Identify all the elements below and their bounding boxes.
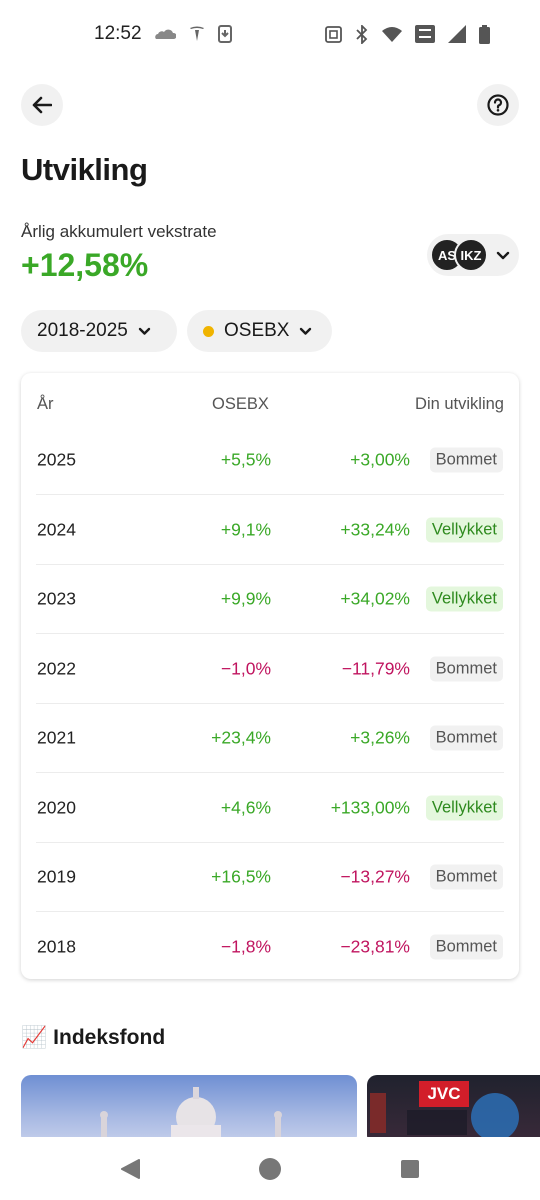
square-recents-icon bbox=[401, 1159, 419, 1178]
city-billboard-image bbox=[370, 1093, 519, 1137]
chevron-down-icon bbox=[300, 327, 312, 335]
status-badge: Vellykket bbox=[425, 795, 503, 820]
section-title-index-funds: 📈 Indeksfond bbox=[21, 1026, 165, 1050]
row-index-return: +4,6% bbox=[220, 797, 271, 817]
index-color-dot bbox=[203, 325, 214, 337]
period-filter[interactable]: 2018-2025 bbox=[21, 310, 177, 352]
row-index-return: −1,0% bbox=[220, 658, 271, 678]
row-your-return: −23,81% bbox=[340, 936, 410, 956]
row-year: 2022 bbox=[37, 658, 76, 678]
column-header-yours: Din utvikling bbox=[415, 395, 504, 413]
growth-rate-label: Årlig akkumulert vekstrate bbox=[21, 222, 217, 241]
table-row: 2024 +9,1% +33,24% Vellykket bbox=[21, 495, 519, 565]
table-row: 2019 +16,5% −13,27% Bommet bbox=[21, 842, 519, 912]
wifi-icon bbox=[382, 26, 402, 42]
bluetooth-icon bbox=[355, 24, 369, 44]
question-circle-icon bbox=[487, 94, 509, 116]
fund-carousel[interactable]: JVC bbox=[0, 1075, 540, 1137]
row-year: 2018 bbox=[37, 936, 76, 956]
row-year: 2019 bbox=[37, 866, 76, 887]
row-index-return: −1,8% bbox=[220, 936, 271, 956]
table-row: 2018 −1,8% −23,81% Bommet bbox=[21, 912, 519, 982]
status-badge: Vellykket bbox=[425, 517, 503, 542]
row-your-return: +133,00% bbox=[330, 797, 410, 817]
row-your-return: −13,27% bbox=[340, 866, 410, 887]
table-row: 2025 +5,5% +3,00% Bommet bbox=[21, 425, 519, 495]
column-header-index: OSEBX bbox=[212, 395, 269, 413]
status-badge: Bommet bbox=[429, 656, 503, 681]
status-badge: Bommet bbox=[429, 934, 503, 959]
fund-card[interactable] bbox=[21, 1075, 357, 1137]
tesla-icon bbox=[188, 25, 206, 43]
nav-recents-button[interactable] bbox=[390, 1149, 430, 1189]
row-year: 2020 bbox=[37, 797, 76, 817]
table-row: 2022 −1,0% −11,79% Bommet bbox=[21, 634, 519, 704]
fund-card[interactable]: JVC bbox=[367, 1075, 540, 1137]
row-year: 2024 bbox=[37, 519, 76, 539]
download-icon bbox=[217, 25, 232, 43]
account-badge-ikz: IKZ bbox=[454, 238, 488, 272]
row-index-return: +16,5% bbox=[211, 866, 271, 887]
table-row: 2021 +23,4% +3,26% Bommet bbox=[21, 703, 519, 773]
status-badge: Bommet bbox=[429, 864, 503, 890]
back-button[interactable] bbox=[21, 84, 63, 126]
volte-icon bbox=[415, 25, 435, 43]
triangle-back-icon bbox=[121, 1158, 140, 1179]
row-index-return: +9,9% bbox=[220, 588, 271, 609]
column-header-year: År bbox=[37, 395, 54, 413]
table-row: 2023 +9,9% +34,02% Vellykket bbox=[21, 564, 519, 634]
battery-icon bbox=[479, 24, 490, 44]
signal-icon bbox=[448, 25, 466, 43]
chevron-down-icon bbox=[496, 251, 510, 260]
row-year: 2025 bbox=[37, 449, 76, 470]
chevron-down-icon bbox=[138, 327, 151, 335]
page-title: Utvikling bbox=[21, 152, 148, 187]
status-bar: 12:52 bbox=[0, 0, 540, 68]
performance-table: År OSEBX Din utvikling 2025 +5,5% +3,00%… bbox=[21, 373, 519, 979]
nfc-icon bbox=[325, 25, 342, 43]
system-nav-bar bbox=[0, 1137, 540, 1200]
arrow-left-icon bbox=[32, 96, 52, 114]
row-index-return: +23,4% bbox=[211, 727, 271, 748]
circle-home-icon bbox=[259, 1157, 281, 1180]
chart-increasing-icon: 📈 bbox=[21, 1026, 48, 1049]
row-your-return: +3,00% bbox=[350, 449, 410, 470]
row-year: 2023 bbox=[37, 588, 76, 609]
row-index-return: +5,5% bbox=[220, 449, 271, 470]
status-badge: Bommet bbox=[429, 725, 503, 751]
index-filter[interactable]: OSEBX bbox=[187, 310, 332, 352]
row-your-return: −11,79% bbox=[341, 658, 410, 678]
table-row: 2020 +4,6% +133,00% Vellykket bbox=[21, 773, 519, 843]
growth-rate-value: +12,58% bbox=[21, 247, 149, 283]
index-filter-label: OSEBX bbox=[224, 320, 290, 341]
status-time: 12:52 bbox=[94, 23, 142, 44]
section-title-text: Indeksfond bbox=[53, 1026, 166, 1049]
nav-home-button[interactable] bbox=[250, 1149, 290, 1189]
period-filter-label: 2018-2025 bbox=[37, 320, 128, 341]
row-your-return: +3,26% bbox=[350, 727, 410, 748]
row-year: 2021 bbox=[37, 727, 76, 748]
account-picker[interactable]: AS IKZ bbox=[427, 234, 519, 276]
taj-mahal-image bbox=[100, 1087, 282, 1137]
row-your-return: +33,24% bbox=[340, 519, 410, 539]
row-your-return: +34,02% bbox=[340, 588, 410, 609]
status-badge: Vellykket bbox=[425, 586, 503, 612]
row-index-return: +9,1% bbox=[220, 519, 271, 539]
help-button[interactable] bbox=[477, 84, 519, 126]
status-badge: Bommet bbox=[429, 447, 503, 473]
cloud-icon bbox=[154, 28, 176, 40]
nav-back-button[interactable] bbox=[110, 1149, 150, 1189]
